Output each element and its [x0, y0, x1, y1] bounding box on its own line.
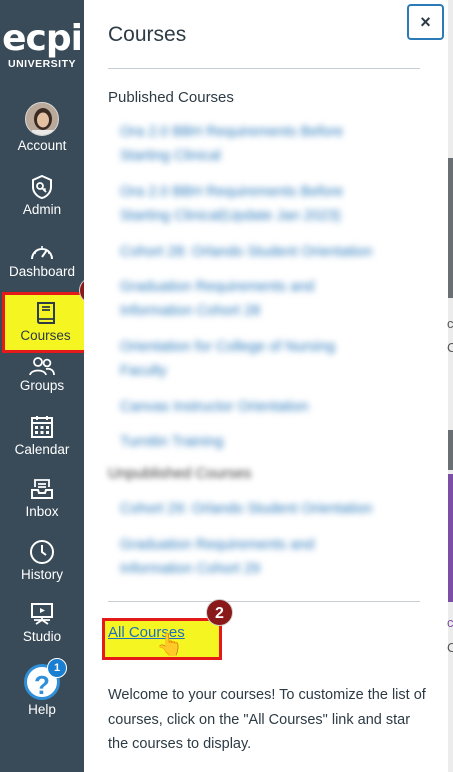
- course-link[interactable]: Ora 2.0 BBH Requirements Before Starting …: [120, 180, 390, 228]
- clock-icon: [30, 540, 54, 564]
- nav-courses[interactable]: Courses: [2, 292, 89, 353]
- page-image-edge: [448, 430, 453, 470]
- courses-book-icon: [36, 302, 55, 324]
- nav-dashboard[interactable]: Dashboard: [0, 242, 84, 279]
- page-image-edge: [448, 158, 453, 298]
- logo-wordmark: ecpi: [2, 18, 83, 59]
- nav-inbox-label: Inbox: [25, 504, 59, 519]
- courses-tray: Courses × Published Courses Ora 2.0 BBH …: [84, 0, 448, 772]
- nav-groups-label: Groups: [19, 378, 65, 393]
- course-link[interactable]: Cohort 28: Orlando Student Orientation: [120, 240, 390, 264]
- nav-account-label: Account: [17, 138, 67, 153]
- page-edge-text: C: [447, 640, 453, 655]
- groups-icon: [29, 357, 55, 376]
- hand-pointer-icon: 👆: [156, 632, 184, 657]
- divider: [108, 68, 420, 69]
- ecpi-logo[interactable]: ecpi UNIVERSITY: [0, 18, 84, 71]
- page-image-edge: [448, 474, 453, 602]
- page-edge-text: c: [447, 316, 453, 331]
- avatar: [25, 102, 59, 136]
- published-courses-heading: Published Courses: [108, 89, 234, 106]
- close-tray-button[interactable]: ×: [407, 4, 444, 40]
- page-edge-text: C: [447, 340, 453, 355]
- course-link[interactable]: Canvas Instructor Orientation: [120, 395, 390, 419]
- page-edge-text: c: [447, 615, 453, 630]
- nav-groups[interactable]: Groups: [0, 356, 84, 393]
- help-icon: ? 1: [24, 658, 67, 700]
- nav-studio-label: Studio: [22, 629, 62, 644]
- divider: [108, 601, 420, 602]
- unpublished-courses-heading: Unpublished Courses: [108, 465, 252, 482]
- course-link[interactable]: Cohort 29: Orlando Student Orientation: [120, 497, 390, 521]
- nav-admin-label: Admin: [22, 202, 62, 217]
- course-link[interactable]: Graduation Requirements and Information C…: [120, 275, 390, 323]
- welcome-text: Welcome to your courses! To customize th…: [108, 687, 426, 752]
- page-background-edge: [448, 0, 453, 772]
- help-notification-badge: 1: [47, 658, 67, 678]
- dashboard-gauge-icon: [31, 246, 53, 260]
- tray-title: Courses: [108, 23, 187, 46]
- nav-calendar[interactable]: Calendar: [0, 414, 84, 457]
- step-marker-2: 2: [206, 599, 233, 626]
- inbox-icon: [31, 479, 53, 499]
- nav-help[interactable]: ? 1 Help: [0, 658, 84, 717]
- close-icon: ×: [420, 12, 431, 32]
- course-link[interactable]: Graduation Requirements and Information C…: [120, 533, 390, 581]
- logo-subtitle: UNIVERSITY: [7, 58, 76, 70]
- shield-key-icon: [32, 174, 52, 200]
- nav-account[interactable]: Account: [0, 102, 84, 153]
- calendar-icon: [31, 416, 53, 438]
- nav-admin[interactable]: Admin: [0, 174, 84, 217]
- nav-dashboard-label: Dashboard: [8, 264, 76, 279]
- studio-icon: [31, 603, 53, 625]
- course-link[interactable]: Orientation for College of Nursing Facult…: [120, 335, 390, 383]
- global-navigation: ecpi UNIVERSITY Account Admin Dashboard: [0, 0, 84, 772]
- nav-studio[interactable]: Studio: [0, 601, 84, 644]
- course-link[interactable]: Turnitin Training: [120, 430, 390, 454]
- nav-inbox[interactable]: Inbox: [0, 476, 84, 519]
- nav-history[interactable]: History: [0, 539, 84, 582]
- nav-history-label: History: [20, 567, 63, 582]
- nav-calendar-label: Calendar: [14, 442, 70, 457]
- nav-help-label: Help: [28, 702, 56, 717]
- nav-courses-label: Courses: [20, 328, 71, 343]
- course-link[interactable]: Ora 2.0 BBH Requirements Before Starting …: [120, 120, 390, 168]
